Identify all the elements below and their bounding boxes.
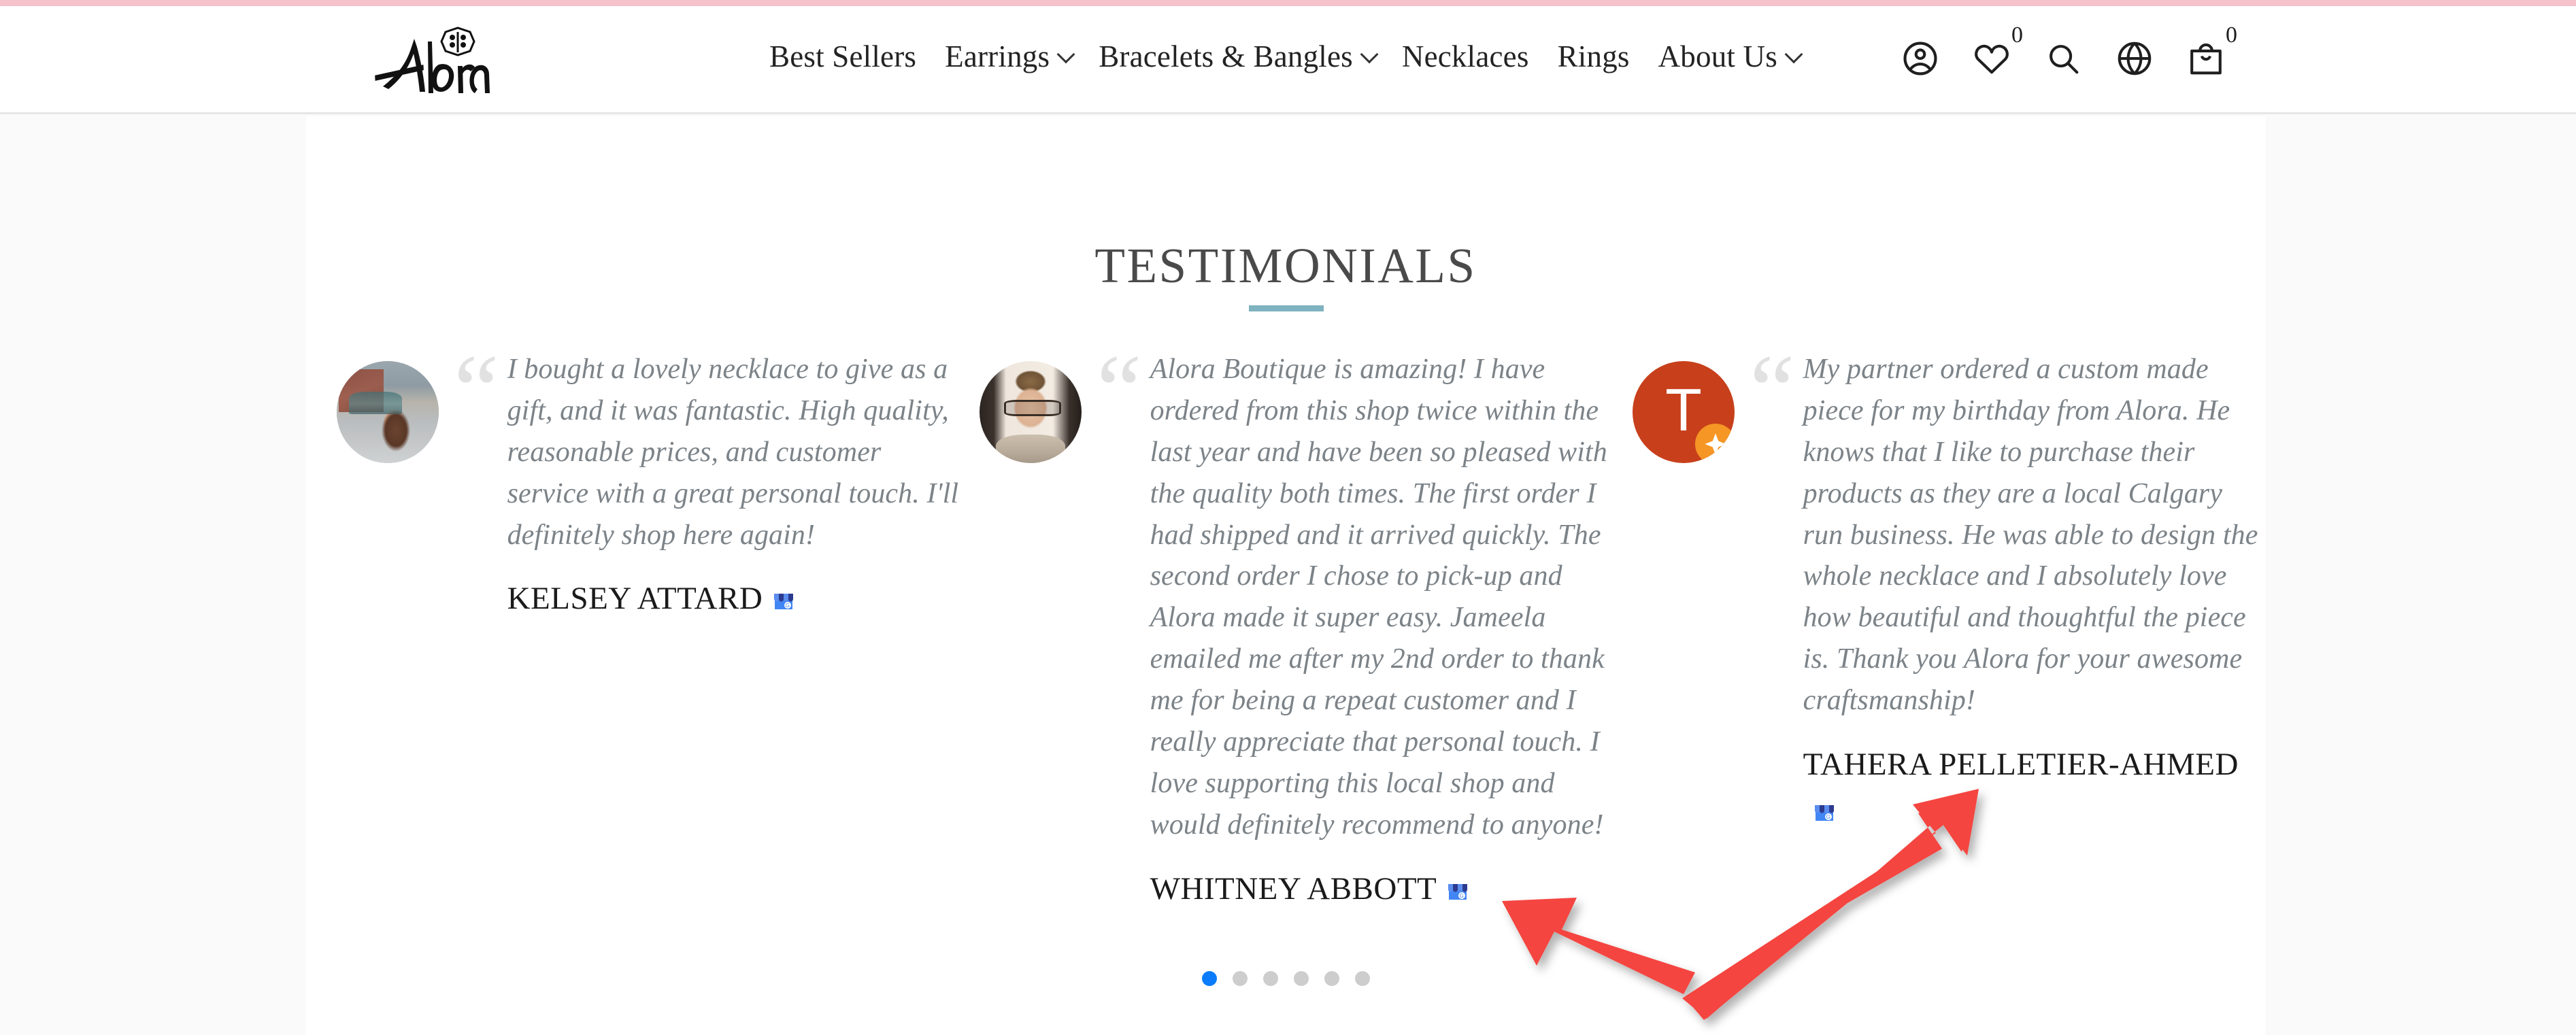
- nav-item-bracelets-bangles[interactable]: Bracelets & Bangles: [1084, 41, 1388, 72]
- testimonial-author: WHITNEY ABBOTT G: [1150, 866, 1612, 912]
- carousel-dot-5[interactable]: [1324, 971, 1339, 986]
- wishlist-heart-icon[interactable]: 0: [1972, 22, 2023, 78]
- carousel-pagination[interactable]: [306, 971, 2265, 986]
- nav-label: About Us: [1658, 39, 1777, 73]
- main-navigation[interactable]: Best Sellers Earrings Bracelets & Bangle…: [755, 41, 1812, 72]
- google-business-profile-icon: G: [771, 580, 796, 610]
- language-globe-icon[interactable]: [2115, 39, 2154, 78]
- top-accent-bar: [0, 0, 2576, 6]
- nav-item-about-us[interactable]: About Us: [1644, 41, 1812, 72]
- testimonial-carousel: “ I bought a lovely necklace to give as …: [306, 339, 2265, 912]
- svg-text:G: G: [1826, 814, 1830, 820]
- google-business-profile-icon: G: [1812, 792, 1837, 821]
- account-icon[interactable]: [1901, 39, 1940, 78]
- header-icon-group: 0 0: [1901, 22, 2237, 78]
- shopping-bag-icon[interactable]: 0: [2186, 22, 2237, 78]
- testimonial-quote: My partner ordered a custom made piece f…: [1803, 354, 2258, 717]
- avatar: [337, 361, 439, 463]
- cart-count: 0: [2226, 22, 2237, 48]
- page-root: Best Sellers Earrings Bracelets & Bangle…: [0, 0, 2576, 1035]
- avatar-photo: [980, 361, 1082, 463]
- chevron-down-icon: [1784, 45, 1803, 64]
- chevron-down-icon: [1360, 45, 1379, 64]
- testimonials-section: TESTIMONIALS “ I bought a lovely necklac…: [306, 116, 2265, 1035]
- svg-text:G: G: [786, 603, 790, 609]
- nav-item-earrings[interactable]: Earrings: [931, 41, 1084, 72]
- nav-label: Bracelets & Bangles: [1099, 39, 1353, 73]
- avatar-photo: [337, 361, 439, 463]
- testimonial-quote: I bought a lovely necklace to give as a …: [507, 354, 959, 551]
- carousel-dot-1[interactable]: [1201, 971, 1217, 986]
- svg-text:G: G: [1460, 893, 1465, 899]
- nav-label: Best Sellers: [769, 39, 917, 73]
- avatar-initial: T: [1633, 361, 1735, 463]
- local-guide-star-icon: [1695, 424, 1735, 463]
- testimonial-card: T “ My partner ordered a custom made pie…: [1612, 339, 2265, 832]
- testimonial-author: TAHERA PELLETIER-AHMED G: [1803, 742, 2265, 832]
- quote-mark-icon: “: [454, 334, 499, 447]
- site-header: Best Sellers Earrings Bracelets & Bangle…: [0, 6, 2576, 114]
- testimonial-card: “ Alora Boutique is amazing! I have orde…: [959, 339, 1612, 912]
- chevron-down-icon: [1056, 45, 1075, 64]
- author-name: KELSEY ATTARD: [507, 581, 763, 617]
- author-name: WHITNEY ABBOTT: [1150, 870, 1437, 906]
- carousel-dot-3[interactable]: [1262, 971, 1278, 986]
- quote-mark-icon: “: [1097, 334, 1142, 447]
- nav-item-best-sellers[interactable]: Best Sellers: [755, 41, 931, 72]
- quote-mark-icon: “: [1750, 334, 1795, 447]
- title-underline: [1249, 305, 1324, 311]
- google-business-profile-icon: G: [1445, 870, 1470, 900]
- testimonial-card: “ I bought a lovely necklace to give as …: [306, 339, 959, 622]
- testimonial-quote: Alora Boutique is amazing! I have ordere…: [1150, 354, 1607, 841]
- testimonial-author: KELSEY ATTARD G: [507, 576, 959, 622]
- nav-label: Earrings: [945, 39, 1050, 73]
- wishlist-count: 0: [2011, 22, 2023, 48]
- avatar: T: [1633, 361, 1735, 463]
- search-icon[interactable]: [2043, 39, 2083, 78]
- carousel-dot-6[interactable]: [1354, 971, 1370, 986]
- nav-label: Rings: [1557, 39, 1630, 73]
- nav-item-rings[interactable]: Rings: [1543, 41, 1644, 72]
- avatar: [980, 361, 1082, 463]
- brand-logo[interactable]: [371, 27, 500, 100]
- nav-item-necklaces[interactable]: Necklaces: [1388, 41, 1543, 72]
- nav-label: Necklaces: [1401, 39, 1529, 73]
- carousel-dot-4[interactable]: [1293, 971, 1309, 986]
- carousel-dot-2[interactable]: [1232, 971, 1248, 986]
- page-title: TESTIMONIALS: [1094, 238, 1477, 293]
- author-name: TAHERA PELLETIER-AHMED: [1803, 747, 2239, 783]
